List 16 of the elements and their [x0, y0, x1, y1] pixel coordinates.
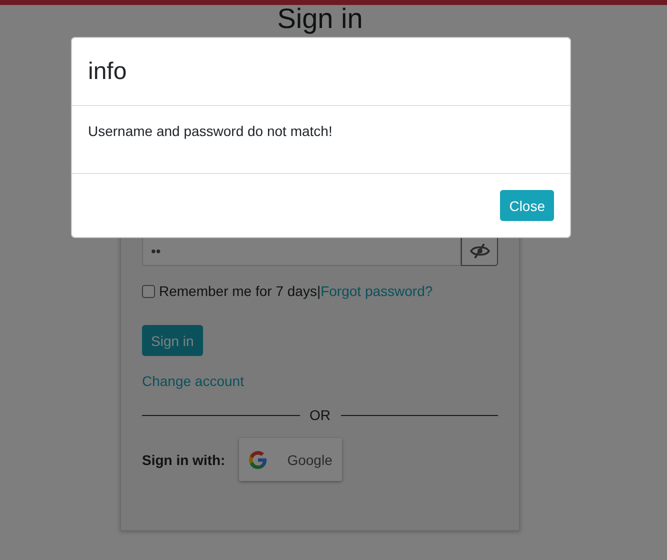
- forgot-password-link[interactable]: Forgot password?: [320, 283, 433, 299]
- google-button[interactable]: Google: [239, 438, 342, 481]
- change-account-link[interactable]: Change account: [142, 373, 244, 389]
- password-field[interactable]: ••: [142, 235, 461, 266]
- close-button[interactable]: Close: [500, 190, 554, 221]
- sign-in-with-label: Sign in with:: [142, 452, 226, 468]
- google-icon: [249, 450, 268, 468]
- dialog-message: Username and password do not match!: [88, 123, 332, 139]
- eye-slash-icon[interactable]: [461, 235, 498, 266]
- separator: |: [316, 283, 321, 299]
- or-divider: OR: [310, 407, 330, 423]
- dialog-title: info: [88, 58, 127, 86]
- remember-label: Remember me for 7 days: [159, 283, 317, 299]
- page-title: Sign in: [277, 5, 363, 33]
- remember-checkbox[interactable]: [142, 284, 155, 298]
- sign-in-button[interactable]: Sign in: [142, 325, 203, 356]
